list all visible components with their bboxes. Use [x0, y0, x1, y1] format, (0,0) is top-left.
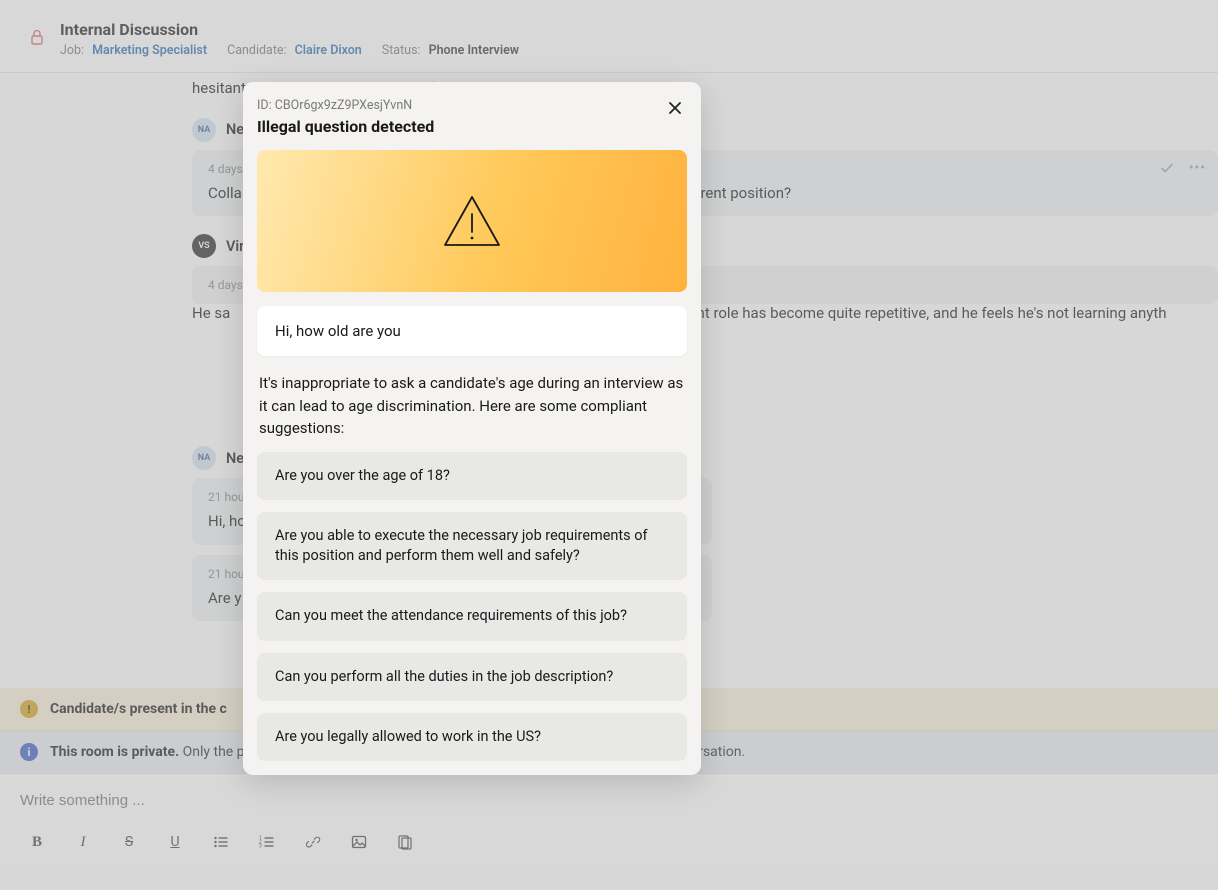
suggestion-item[interactable]: Can you perform all the duties in the jo… — [257, 653, 687, 701]
modal-explanation: It's inappropriate to ask a candidate's … — [259, 372, 685, 440]
illegal-question-modal: ID: CBOr6gx9zZ9PXesjYvnN Illegal questio… — [243, 82, 701, 775]
warning-hero — [257, 150, 687, 292]
suggestion-item[interactable]: Can you meet the attendance requirements… — [257, 592, 687, 640]
suggestion-item[interactable]: Are you over the age of 18? — [257, 452, 687, 500]
modal-id: ID: CBOr6gx9zZ9PXesjYvnN — [257, 98, 687, 113]
modal-title: Illegal question detected — [257, 117, 687, 136]
suggestion-item[interactable]: Are you legally allowed to work in the U… — [257, 713, 687, 761]
detected-question: Hi, how old are you — [257, 306, 687, 356]
close-button[interactable] — [663, 96, 687, 120]
warning-triangle-icon — [442, 194, 502, 248]
suggestion-item[interactable]: Are you able to execute the necessary jo… — [257, 512, 687, 581]
